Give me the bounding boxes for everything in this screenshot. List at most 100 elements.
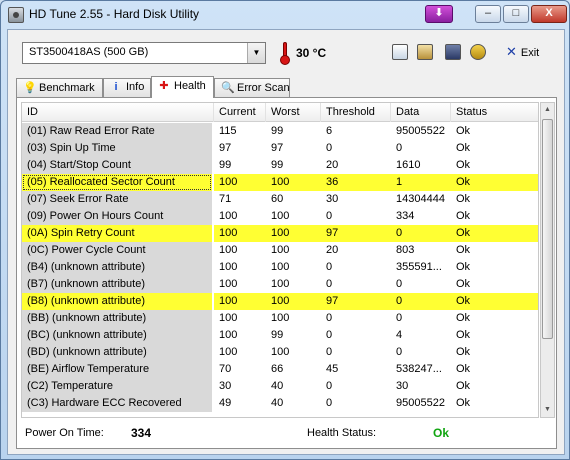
table-row[interactable]: (09) Power On Hours Count 100 100 0 334 Ok: [22, 208, 538, 225]
table-row[interactable]: (01) Raw Read Error Rate 115 99 6 95005522 Ok: [22, 123, 538, 140]
tab-error-scan[interactable]: 🔍 Error Scan: [214, 78, 290, 97]
download-button[interactable]: ⬇: [425, 5, 453, 23]
tab-error-scan-label: Error Scan: [237, 82, 290, 94]
table-row[interactable]: (04) Start/Stop Count 99 99 20 1610 Ok: [22, 157, 538, 174]
scrollbar-thumb[interactable]: [542, 119, 553, 339]
table-row[interactable]: (0A) Spin Retry Count 100 100 97 0 Ok: [22, 225, 538, 242]
drive-select-value: ST3500418AS (500 GB): [29, 46, 149, 58]
column-header-threshold[interactable]: Threshold: [321, 103, 391, 122]
cell-status: Ok: [456, 210, 471, 222]
cell-threshold: 30: [326, 193, 339, 205]
cell-threshold: 20: [326, 159, 339, 171]
cell-worst: 99: [271, 329, 284, 341]
cell-worst: 40: [271, 380, 284, 392]
lightbulb-icon: 💡: [23, 82, 37, 94]
chevron-down-icon[interactable]: ▼: [247, 43, 265, 63]
health-cross-icon: ✚: [159, 80, 169, 92]
cell-threshold: 0: [326, 329, 333, 341]
cell-current: 100: [219, 244, 238, 256]
cell-worst: 40: [271, 397, 284, 409]
drive-select[interactable]: ST3500418AS (500 GB) ▼: [22, 42, 266, 64]
table-row[interactable]: (B8) (unknown attribute) 100 100 97 0 Ok: [22, 293, 538, 310]
column-header-current[interactable]: Current: [214, 103, 266, 122]
cell-worst: 100: [271, 244, 290, 256]
status-line: Power On Time: 334 Health Status: Ok: [25, 423, 553, 443]
table-row[interactable]: (BD) (unknown attribute) 100 100 0 0 Ok: [22, 344, 538, 361]
cell-id: (0C) Power Cycle Count: [22, 242, 212, 259]
scroll-down-icon[interactable]: ▼: [541, 403, 554, 417]
tab-info[interactable]: i Info: [103, 78, 151, 97]
cell-status: Ok: [456, 397, 471, 409]
cell-id: (BB) (unknown attribute): [22, 310, 212, 327]
table-row[interactable]: (03) Spin Up Time 97 97 0 0 Ok: [22, 140, 538, 157]
save-icon[interactable]: [445, 44, 461, 60]
column-header-id[interactable]: ID: [22, 103, 214, 122]
cell-id: (0A) Spin Retry Count: [22, 225, 212, 242]
table-row[interactable]: (C3) Hardware ECC Recovered 49 40 0 95005522…: [22, 395, 538, 412]
cell-data: 538247...: [396, 363, 442, 375]
cell-data: 0: [391, 293, 451, 310]
cell-status: Ok: [456, 261, 471, 273]
cell-threshold: 0: [326, 261, 333, 273]
table-row[interactable]: (C2) Temperature 30 40 0 30 Ok: [22, 378, 538, 395]
cell-threshold: 0: [326, 380, 333, 392]
table-row[interactable]: (BB) (unknown attribute) 100 100 0 0 Ok: [22, 310, 538, 327]
table-row[interactable]: (05) Reallocated Sector Count 100 100 36 1 Ok: [22, 174, 538, 191]
cell-threshold: 0: [326, 210, 333, 222]
power-on-value: 334: [131, 426, 152, 440]
tab-benchmark[interactable]: 💡 Benchmark: [16, 78, 103, 97]
copy-all-icon[interactable]: [417, 44, 433, 60]
maximize-button[interactable]: □: [503, 5, 529, 23]
cell-threshold: 20: [326, 244, 339, 256]
cell-worst: 100: [271, 312, 290, 324]
cell-status: Ok: [456, 363, 471, 375]
vertical-scrollbar[interactable]: ▲ ▼: [540, 102, 555, 418]
health-panel: ID Current Worst Threshold Data Status (…: [16, 97, 557, 449]
cell-threshold: 97: [321, 293, 391, 310]
title-bar[interactable]: HD Tune 2.55 - Hard Disk Utility ⬇ – □ X: [1, 1, 569, 29]
cell-worst: 100: [266, 293, 321, 310]
table-row[interactable]: (B4) (unknown attribute) 100 100 0 355591...…: [22, 259, 538, 276]
table-row[interactable]: (BC) (unknown attribute) 100 99 0 4 Ok: [22, 327, 538, 344]
cell-data: 0: [396, 312, 403, 324]
tab-health[interactable]: ✚ Health: [151, 76, 214, 98]
minimize-button[interactable]: –: [475, 5, 501, 23]
cell-current: 30: [219, 380, 232, 392]
cell-status: Ok: [456, 159, 471, 171]
cell-id: (B4) (unknown attribute): [22, 259, 212, 276]
power-on-label: Power On Time:: [25, 427, 104, 439]
copy-icon[interactable]: [392, 44, 408, 60]
cell-worst: 100: [271, 346, 290, 358]
column-header-worst[interactable]: Worst: [266, 103, 321, 122]
cell-status: Ok: [456, 380, 471, 392]
cell-id: (07) Seek Error Rate: [22, 191, 212, 208]
cell-threshold: 97: [321, 225, 391, 242]
cell-data: 355591...: [396, 261, 442, 273]
column-header-status[interactable]: Status: [451, 103, 538, 122]
table-row[interactable]: (0C) Power Cycle Count 100 100 20 803 Ok: [22, 242, 538, 259]
cell-status: Ok: [456, 329, 471, 341]
cell-current: 100: [214, 174, 266, 191]
cell-worst: 100: [266, 225, 321, 242]
cell-id: (BD) (unknown attribute): [22, 344, 212, 361]
scroll-up-icon[interactable]: ▲: [541, 103, 554, 117]
exit-button[interactable]: ✕ Exit: [506, 44, 539, 60]
cell-current: 100: [219, 210, 238, 222]
cell-id: (C3) Hardware ECC Recovered: [22, 395, 212, 412]
cell-id: (B7) (unknown attribute): [22, 276, 212, 293]
info-icon: i: [114, 81, 118, 93]
cell-worst: 100: [271, 261, 290, 273]
cell-threshold: 45: [326, 363, 339, 375]
cell-id: (05) Reallocated Sector Count: [22, 174, 212, 191]
column-header-data[interactable]: Data: [391, 103, 451, 122]
cell-status: Ok: [451, 174, 538, 191]
exit-icon: ✕: [506, 44, 517, 59]
cell-threshold: 6: [326, 125, 333, 137]
options-icon[interactable]: [470, 44, 486, 60]
close-button[interactable]: X: [531, 5, 567, 23]
cell-id: (01) Raw Read Error Rate: [22, 123, 212, 140]
cell-current: 100: [219, 278, 238, 290]
table-row[interactable]: (BE) Airflow Temperature 70 66 45 538247... O…: [22, 361, 538, 378]
table-row[interactable]: (B7) (unknown attribute) 100 100 0 0 Ok: [22, 276, 538, 293]
table-row[interactable]: (07) Seek Error Rate 71 60 30 14304444 Ok: [22, 191, 538, 208]
